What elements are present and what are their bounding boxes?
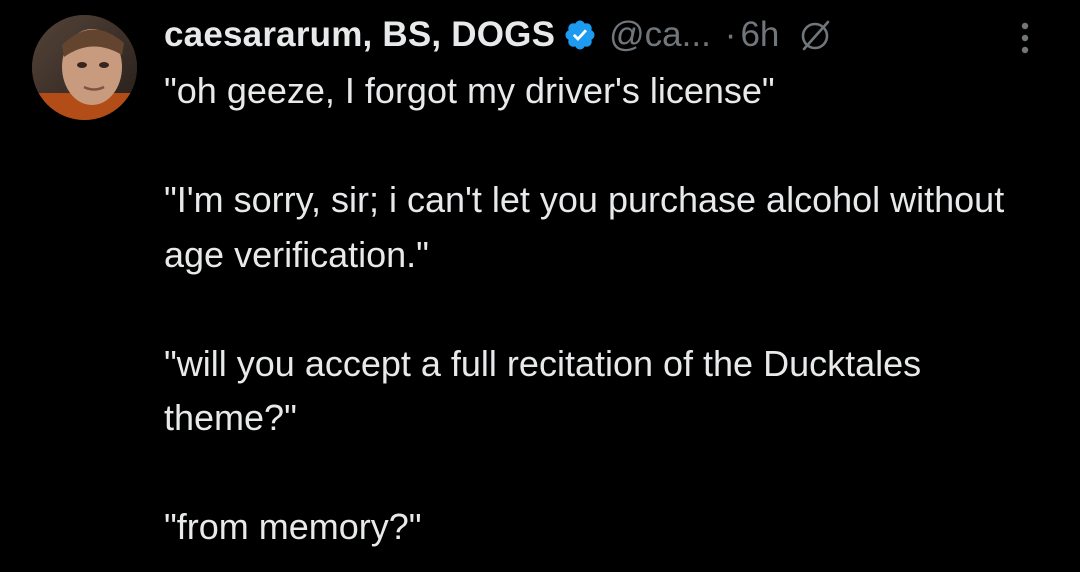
verified-badge-icon[interactable] — [563, 18, 597, 52]
separator-dot: · — [724, 15, 737, 54]
handle[interactable]: @ca... — [609, 15, 711, 55]
avatar[interactable] — [32, 15, 137, 120]
tweet[interactable]: caesararum, BS, DOGS @ca... · 6h "oh gee… — [0, 0, 1080, 572]
tweet-paragraph: "will you accept a full recitation of th… — [164, 342, 922, 439]
more-options-button[interactable] — [1010, 18, 1040, 58]
display-name[interactable]: caesararum, BS, DOGS — [164, 15, 555, 55]
tweet-header: caesararum, BS, DOGS @ca... · 6h — [164, 12, 1064, 58]
avatar-image — [32, 15, 137, 120]
timestamp[interactable]: 6h — [740, 15, 779, 55]
tweet-paragraph: "oh geeze, I forgot my driver's license" — [164, 70, 775, 111]
vertical-ellipsis-icon — [1021, 22, 1029, 54]
tweet-paragraph: "from memory?" — [164, 506, 422, 547]
tweet-text: "oh geeze, I forgot my driver's license"… — [164, 64, 1044, 555]
tweet-paragraph: "I'm sorry, sir; i can't let you purchas… — [164, 179, 1005, 275]
muted-icon — [797, 17, 833, 53]
